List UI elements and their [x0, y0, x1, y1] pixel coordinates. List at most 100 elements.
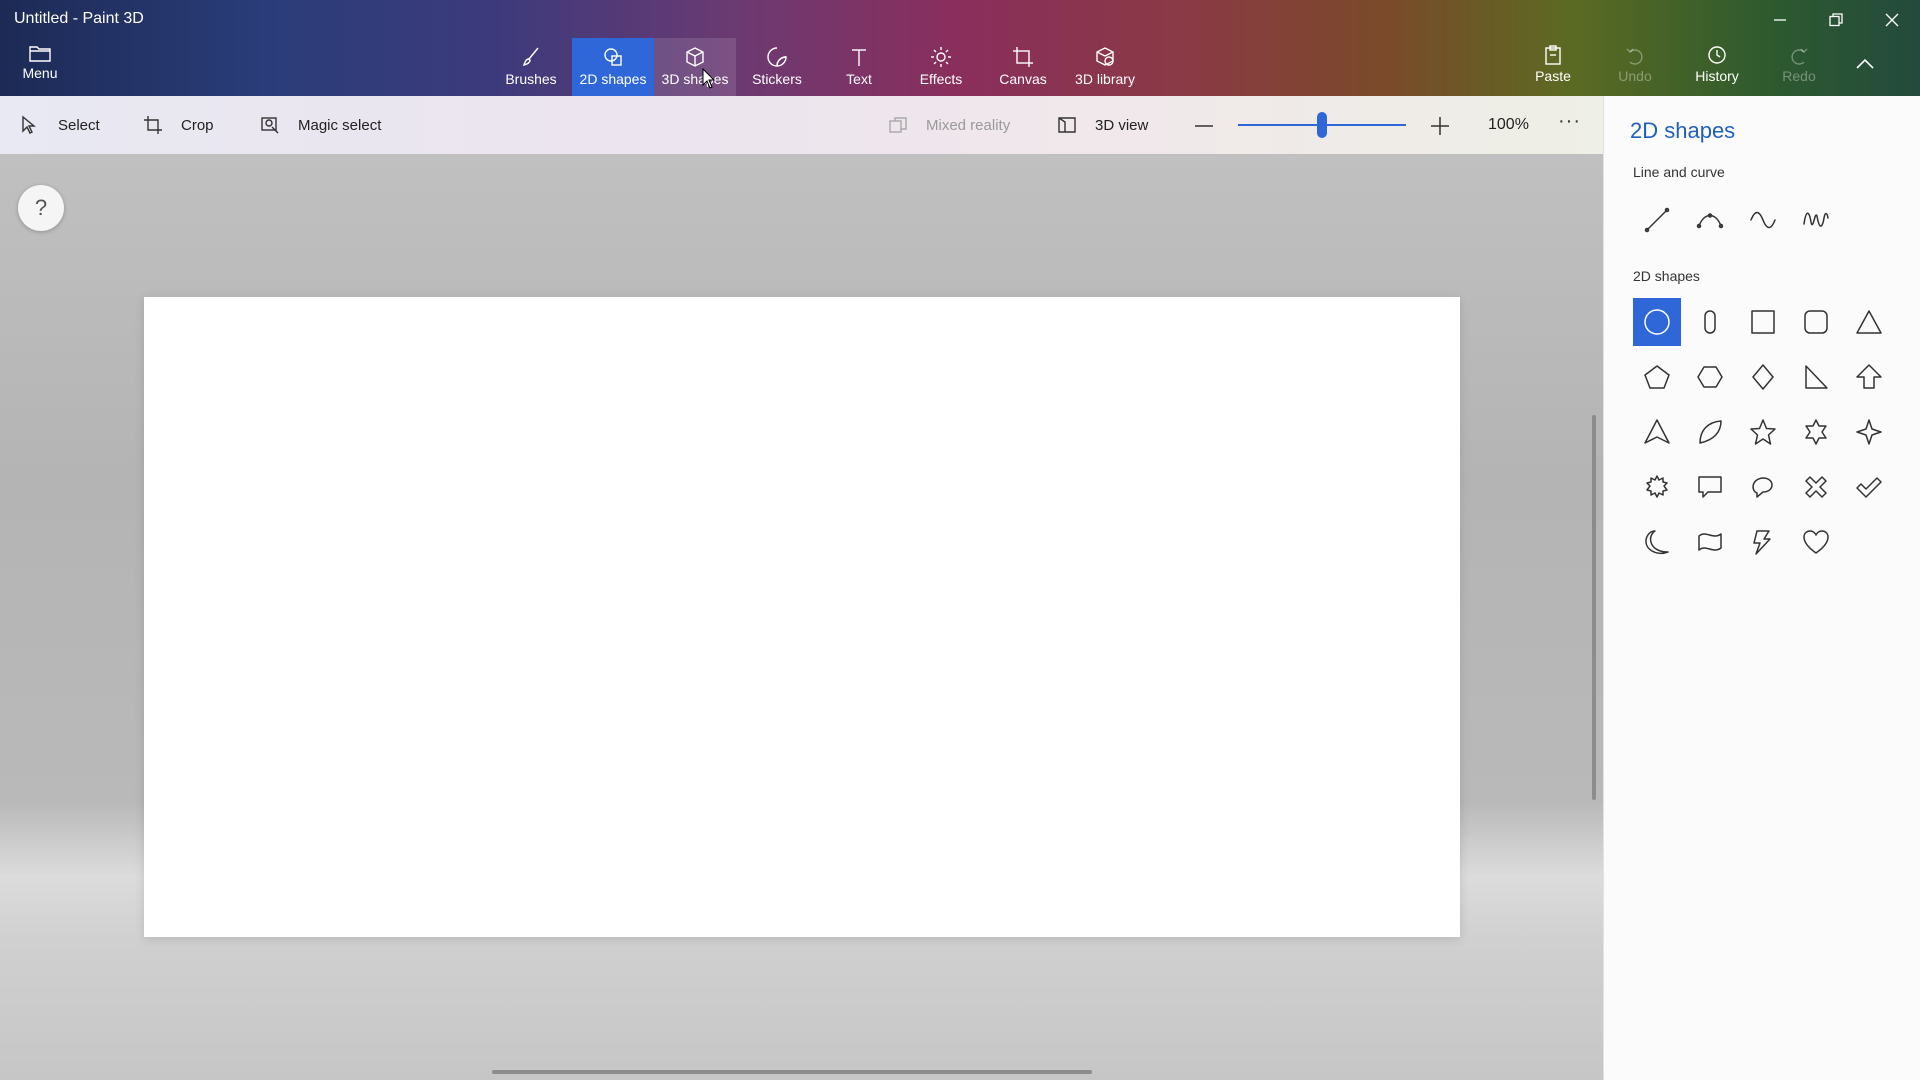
- arrowhead-icon: [1644, 419, 1670, 444]
- pentagon-icon: [1644, 365, 1670, 389]
- history-icon: [1708, 46, 1726, 64]
- four-point-curve-icon: [1803, 212, 1829, 227]
- curve-icon: [1696, 213, 1724, 229]
- ellipse-shape[interactable]: [1686, 298, 1734, 346]
- pentagon-shape[interactable]: [1633, 353, 1681, 401]
- mixed-reality-button[interactable]: Mixed reality: [888, 96, 1010, 154]
- leaf-shape[interactable]: [1686, 408, 1734, 456]
- four-point-star-icon: [1856, 419, 1882, 445]
- arrowhead-shape[interactable]: [1633, 408, 1681, 456]
- three-point-curve-icon: [1750, 211, 1776, 229]
- circle-shape[interactable]: [1633, 298, 1681, 346]
- brush-icon: [522, 47, 539, 67]
- three-point-curve-tool[interactable]: [1739, 196, 1787, 244]
- diamond-shape[interactable]: [1739, 353, 1787, 401]
- heart-shape[interactable]: [1792, 518, 1840, 566]
- star-6-shape[interactable]: [1792, 408, 1840, 456]
- select-label: Select: [58, 116, 100, 134]
- zoom-out-button[interactable]: [1192, 114, 1216, 138]
- heart-icon: [1803, 530, 1829, 554]
- crop-label: Crop: [181, 116, 214, 134]
- menu-button[interactable]: Menu: [12, 44, 68, 81]
- tab-text[interactable]: Text: [818, 38, 900, 96]
- ribbon-tabs: Brushes 2D shapes 3D shapes Stickers Tex…: [490, 38, 1146, 96]
- collapse-ribbon-button[interactable]: [1840, 44, 1890, 70]
- arrow-up-shape[interactable]: [1845, 353, 1893, 401]
- plus-icon: [1431, 117, 1449, 135]
- zoom-slider-thumb[interactable]: [1317, 112, 1327, 138]
- minus-icon: [1195, 125, 1213, 127]
- six-point-star-icon: [1805, 419, 1827, 445]
- line-tool[interactable]: [1633, 196, 1681, 244]
- help-button[interactable]: ?: [18, 185, 64, 231]
- right-triangle-shape[interactable]: [1792, 353, 1840, 401]
- tab-label: Effects: [919, 71, 963, 87]
- crop-icon: [144, 116, 162, 134]
- 3d-view-icon: [1058, 117, 1076, 133]
- tab-2d-shapes[interactable]: 2D shapes: [572, 38, 654, 96]
- panel-title: 2D shapes: [1630, 118, 1736, 143]
- canvas-icon: [1013, 47, 1033, 67]
- checkmark-shape[interactable]: [1845, 463, 1893, 511]
- tab-label: Canvas: [999, 71, 1047, 87]
- paste-button[interactable]: Paste: [1512, 44, 1594, 84]
- folder-icon: [29, 46, 51, 62]
- four-point-curve-tool[interactable]: [1792, 196, 1840, 244]
- banner-shape[interactable]: [1686, 518, 1734, 566]
- tab-stickers[interactable]: Stickers: [736, 38, 818, 96]
- zoom-in-button[interactable]: [1428, 114, 1452, 138]
- more-options-button[interactable]: ···: [1558, 96, 1581, 154]
- horizontal-scrollbar[interactable]: [492, 1070, 1092, 1074]
- tab-brushes[interactable]: Brushes: [490, 38, 572, 96]
- star-4-shape[interactable]: [1845, 408, 1893, 456]
- oval-callout-icon: [1752, 477, 1773, 498]
- line-icon: [1644, 207, 1670, 233]
- line-curve-tools: [1633, 196, 1893, 244]
- tab-3d-library[interactable]: 3D library: [1064, 38, 1146, 96]
- 3d-view-toggle[interactable]: 3D view: [1057, 96, 1148, 154]
- undo-button[interactable]: Undo: [1594, 44, 1676, 84]
- x-icon: [1805, 476, 1827, 498]
- select-tool[interactable]: Select: [20, 96, 100, 154]
- drawing-canvas[interactable]: [144, 297, 1460, 937]
- diamond-icon: [1752, 364, 1774, 390]
- redo-button[interactable]: Redo: [1758, 44, 1840, 84]
- line-section-label: Line and curve: [1633, 164, 1725, 180]
- zoom-level[interactable]: 100%: [1488, 96, 1529, 154]
- mouse-cursor-icon: [702, 68, 716, 89]
- curve-tool[interactable]: [1686, 196, 1734, 244]
- undo-label: Undo: [1618, 68, 1652, 84]
- restore-button[interactable]: [1808, 0, 1864, 40]
- thought-bubble-shape[interactable]: [1739, 463, 1787, 511]
- hexagon-icon: [1697, 366, 1723, 388]
- triangle-shape[interactable]: [1845, 298, 1893, 346]
- tab-label: 3D library: [1075, 71, 1135, 87]
- star-5-shape[interactable]: [1739, 408, 1787, 456]
- rounded-square-shape[interactable]: [1792, 298, 1840, 346]
- undo-icon: [1626, 48, 1643, 65]
- minimize-button[interactable]: [1752, 0, 1808, 40]
- tab-3d-shapes[interactable]: 3D shapes: [654, 38, 736, 96]
- hexagon-shape[interactable]: [1686, 353, 1734, 401]
- x-shape[interactable]: [1792, 463, 1840, 511]
- menu-label: Menu: [22, 65, 58, 81]
- mixed-reality-icon: [889, 117, 907, 133]
- crescent-shape[interactable]: [1633, 518, 1681, 566]
- lightning-icon: [1753, 530, 1771, 555]
- burst-shape[interactable]: [1633, 463, 1681, 511]
- magic-select-tool[interactable]: Magic select: [260, 96, 381, 154]
- tab-label: Stickers: [752, 71, 802, 87]
- square-shape[interactable]: [1739, 298, 1787, 346]
- lightning-shape[interactable]: [1739, 518, 1787, 566]
- speech-bubble-shape[interactable]: [1686, 463, 1734, 511]
- tab-canvas[interactable]: Canvas: [982, 38, 1064, 96]
- checkmark-icon: [1856, 477, 1882, 498]
- tab-effects[interactable]: Effects: [900, 38, 982, 96]
- window-controls: [1752, 0, 1920, 40]
- history-button[interactable]: History: [1676, 44, 1758, 84]
- vertical-scrollbar[interactable]: [1592, 415, 1596, 800]
- crop-tool[interactable]: Crop: [143, 96, 214, 154]
- close-button[interactable]: [1864, 0, 1920, 40]
- close-icon: [1885, 13, 1899, 27]
- ribbon-actions: Paste Undo History Redo: [1512, 44, 1890, 84]
